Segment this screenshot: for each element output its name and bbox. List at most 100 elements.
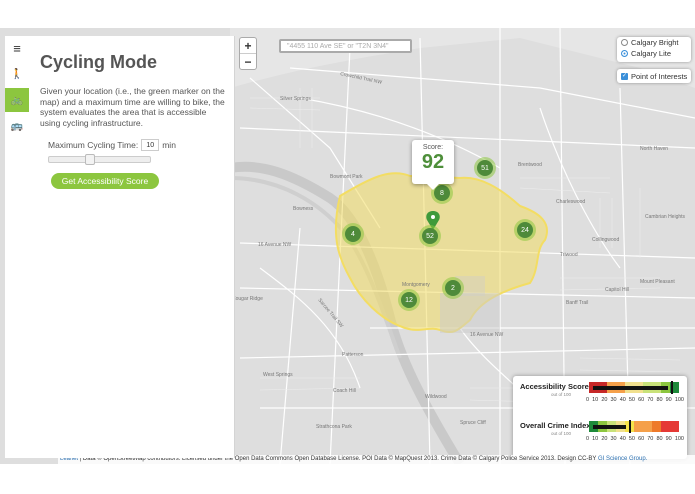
gauge-tick-label: 80 bbox=[656, 397, 663, 403]
crime-gauge-ticks: 0 10 20 30 40 50 60 70 80 90 100 bbox=[586, 436, 684, 442]
poi-cluster[interactable]: 24 bbox=[514, 219, 536, 241]
gauge-tick-label: 10 bbox=[592, 397, 599, 403]
mode-panel: Cycling Mode Given your location (i.e., … bbox=[29, 36, 235, 458]
accessibility-gauge-ticks: 0 10 20 30 40 50 60 70 80 90 100 bbox=[586, 397, 684, 403]
zoom-in-button[interactable]: + bbox=[240, 38, 256, 53]
panel-description: Given your location (i.e., the green mar… bbox=[40, 86, 225, 128]
zoom-control: + − bbox=[239, 37, 257, 70]
label-silver-springs: Silver Springs bbox=[280, 96, 311, 102]
radio-selected-icon[interactable] bbox=[621, 50, 628, 57]
menu-button[interactable]: ≡ bbox=[5, 36, 29, 60]
score-legend: Accessibility Score out of 100 0 10 20 30 40… bbox=[513, 376, 687, 459]
label-16-ave-east: 16 Avenue NW bbox=[470, 332, 504, 338]
poi-cluster[interactable]: 52 bbox=[419, 225, 441, 247]
score-label: Score: bbox=[422, 144, 444, 151]
gauge-tick-label: 20 bbox=[601, 436, 608, 442]
label-16-ave: 16 Avenue NW bbox=[258, 242, 292, 248]
transit-mode-button[interactable]: 🚌 bbox=[5, 114, 29, 138]
label-patterson: Patterson bbox=[342, 352, 364, 358]
score-value: 92 bbox=[421, 151, 445, 173]
poi-toggle[interactable]: ✓ Point of Interests bbox=[617, 69, 691, 83]
cycling-time-input[interactable] bbox=[141, 139, 160, 151]
gauge-tick-label: 40 bbox=[619, 436, 626, 442]
label-cambrian: Cambrian Heights bbox=[645, 214, 686, 220]
gauge-tick-label: 40 bbox=[619, 397, 626, 403]
accessibility-gauge-fill bbox=[593, 385, 668, 390]
accessibility-gauge-needle bbox=[671, 381, 673, 394]
cluster-count: 4 bbox=[345, 226, 361, 242]
gauge-tick-label: 70 bbox=[647, 397, 654, 403]
slider-handle[interactable] bbox=[85, 154, 95, 165]
legend-accessibility-subtitle: out of 100 bbox=[551, 392, 572, 397]
gauge-tick-label: 80 bbox=[656, 436, 663, 442]
panel-title: Cycling Mode bbox=[40, 52, 158, 72]
mode-rail: ≡ 🚶 🚲 🚌 bbox=[5, 36, 30, 458]
bike-icon: 🚲 bbox=[10, 94, 24, 106]
address-search-input[interactable]: "4455 110 Ave SE" or "T2N 3N4" bbox=[279, 39, 412, 53]
gauge-tick-label: 90 bbox=[665, 436, 672, 442]
legend-accessibility-title: Accessibility Score bbox=[520, 382, 589, 391]
cycling-time-row: Maximum Cycling Time: min bbox=[48, 139, 176, 151]
cycling-mode-button[interactable]: 🚲 bbox=[5, 88, 29, 112]
gauge-tick-label: 90 bbox=[665, 397, 672, 403]
gauge-tick-label: 60 bbox=[638, 397, 645, 403]
label-brentwood: Brentwood bbox=[518, 162, 542, 168]
gauge-segment bbox=[652, 421, 661, 432]
poi-cluster[interactable]: 4 bbox=[342, 223, 364, 245]
gauge-segment bbox=[670, 421, 679, 432]
label-charleswood: Charleswood bbox=[556, 199, 585, 205]
basemap-layer-control: Calgary Bright Calgary Lite bbox=[617, 37, 691, 62]
gauge-tick-label: 0 bbox=[586, 397, 590, 403]
label-bowness: Bowness bbox=[293, 206, 314, 212]
cluster-count: 12 bbox=[401, 292, 417, 308]
gi-science-link[interactable]: GI Science Group. bbox=[598, 456, 647, 462]
label-triwood: Triwood bbox=[560, 252, 578, 258]
menu-icon: ≡ bbox=[13, 40, 21, 56]
legend-crime-subtitle: out of 100 bbox=[551, 431, 572, 436]
gauge-tick-label: 70 bbox=[647, 436, 654, 442]
cluster-count: 51 bbox=[477, 160, 493, 176]
label-strathcona: Strathcona Park bbox=[316, 424, 352, 430]
label-north-haven: North Haven bbox=[640, 146, 668, 152]
get-accessibility-score-button[interactable]: Get Accessibility Score bbox=[51, 173, 159, 189]
radio-icon[interactable] bbox=[621, 39, 628, 46]
label-west-springs: West Springs bbox=[263, 372, 293, 378]
cycling-time-label: Maximum Cycling Time: bbox=[48, 140, 139, 150]
layer-option-lite[interactable]: Calgary Lite bbox=[617, 48, 691, 59]
gauge-tick-label: 60 bbox=[638, 436, 645, 442]
gauge-tick-label: 30 bbox=[610, 397, 617, 403]
gauge-tick-label: 100 bbox=[674, 397, 684, 403]
poi-cluster[interactable]: 12 bbox=[398, 289, 420, 311]
walk-icon: 🚶 bbox=[10, 68, 24, 80]
label-collingwood: Collingwood bbox=[592, 237, 619, 243]
cycling-time-slider[interactable] bbox=[48, 154, 151, 165]
gauge-segment bbox=[661, 421, 670, 432]
poi-cluster[interactable]: 51 bbox=[474, 157, 496, 179]
gauge-tick-label: 30 bbox=[610, 436, 617, 442]
layer-label: Calgary Bright bbox=[631, 38, 679, 47]
cluster-count: 52 bbox=[422, 228, 438, 244]
label-capitol-hill: Capitol Hill bbox=[605, 287, 629, 293]
label-banff-trail: Banff Trail bbox=[566, 300, 588, 306]
crime-gauge-needle bbox=[629, 420, 631, 433]
layer-option-bright[interactable]: Calgary Bright bbox=[617, 37, 691, 48]
label-montgomery: Montgomery bbox=[402, 282, 430, 288]
label-wildwood: Wildwood bbox=[425, 394, 447, 400]
gauge-tick-label: 0 bbox=[586, 436, 590, 442]
poi-label: Point of Interests bbox=[631, 71, 688, 81]
label-coach-hill: Coach Hill bbox=[333, 388, 356, 394]
label-spruce-cliff: Spruce Cliff bbox=[460, 420, 486, 426]
cluster-count: 2 bbox=[445, 280, 461, 296]
walking-mode-button[interactable]: 🚶 bbox=[5, 62, 29, 86]
poi-cluster[interactable]: 2 bbox=[442, 277, 464, 299]
zoom-out-button[interactable]: − bbox=[240, 53, 256, 69]
label-cougar: Cougar Ridge bbox=[232, 296, 263, 302]
gauge-tick-label: 50 bbox=[628, 436, 635, 442]
layer-label: Calgary Lite bbox=[631, 49, 672, 58]
gauge-tick-label: 20 bbox=[601, 397, 608, 403]
gauge-segment bbox=[634, 421, 643, 432]
label-mount-pleasant: Mount Pleasant bbox=[640, 279, 675, 285]
label-bowmont: Bowmont Park bbox=[330, 174, 363, 180]
checkbox-checked-icon[interactable]: ✓ bbox=[621, 72, 628, 80]
gauge-tick-label: 10 bbox=[592, 436, 599, 442]
